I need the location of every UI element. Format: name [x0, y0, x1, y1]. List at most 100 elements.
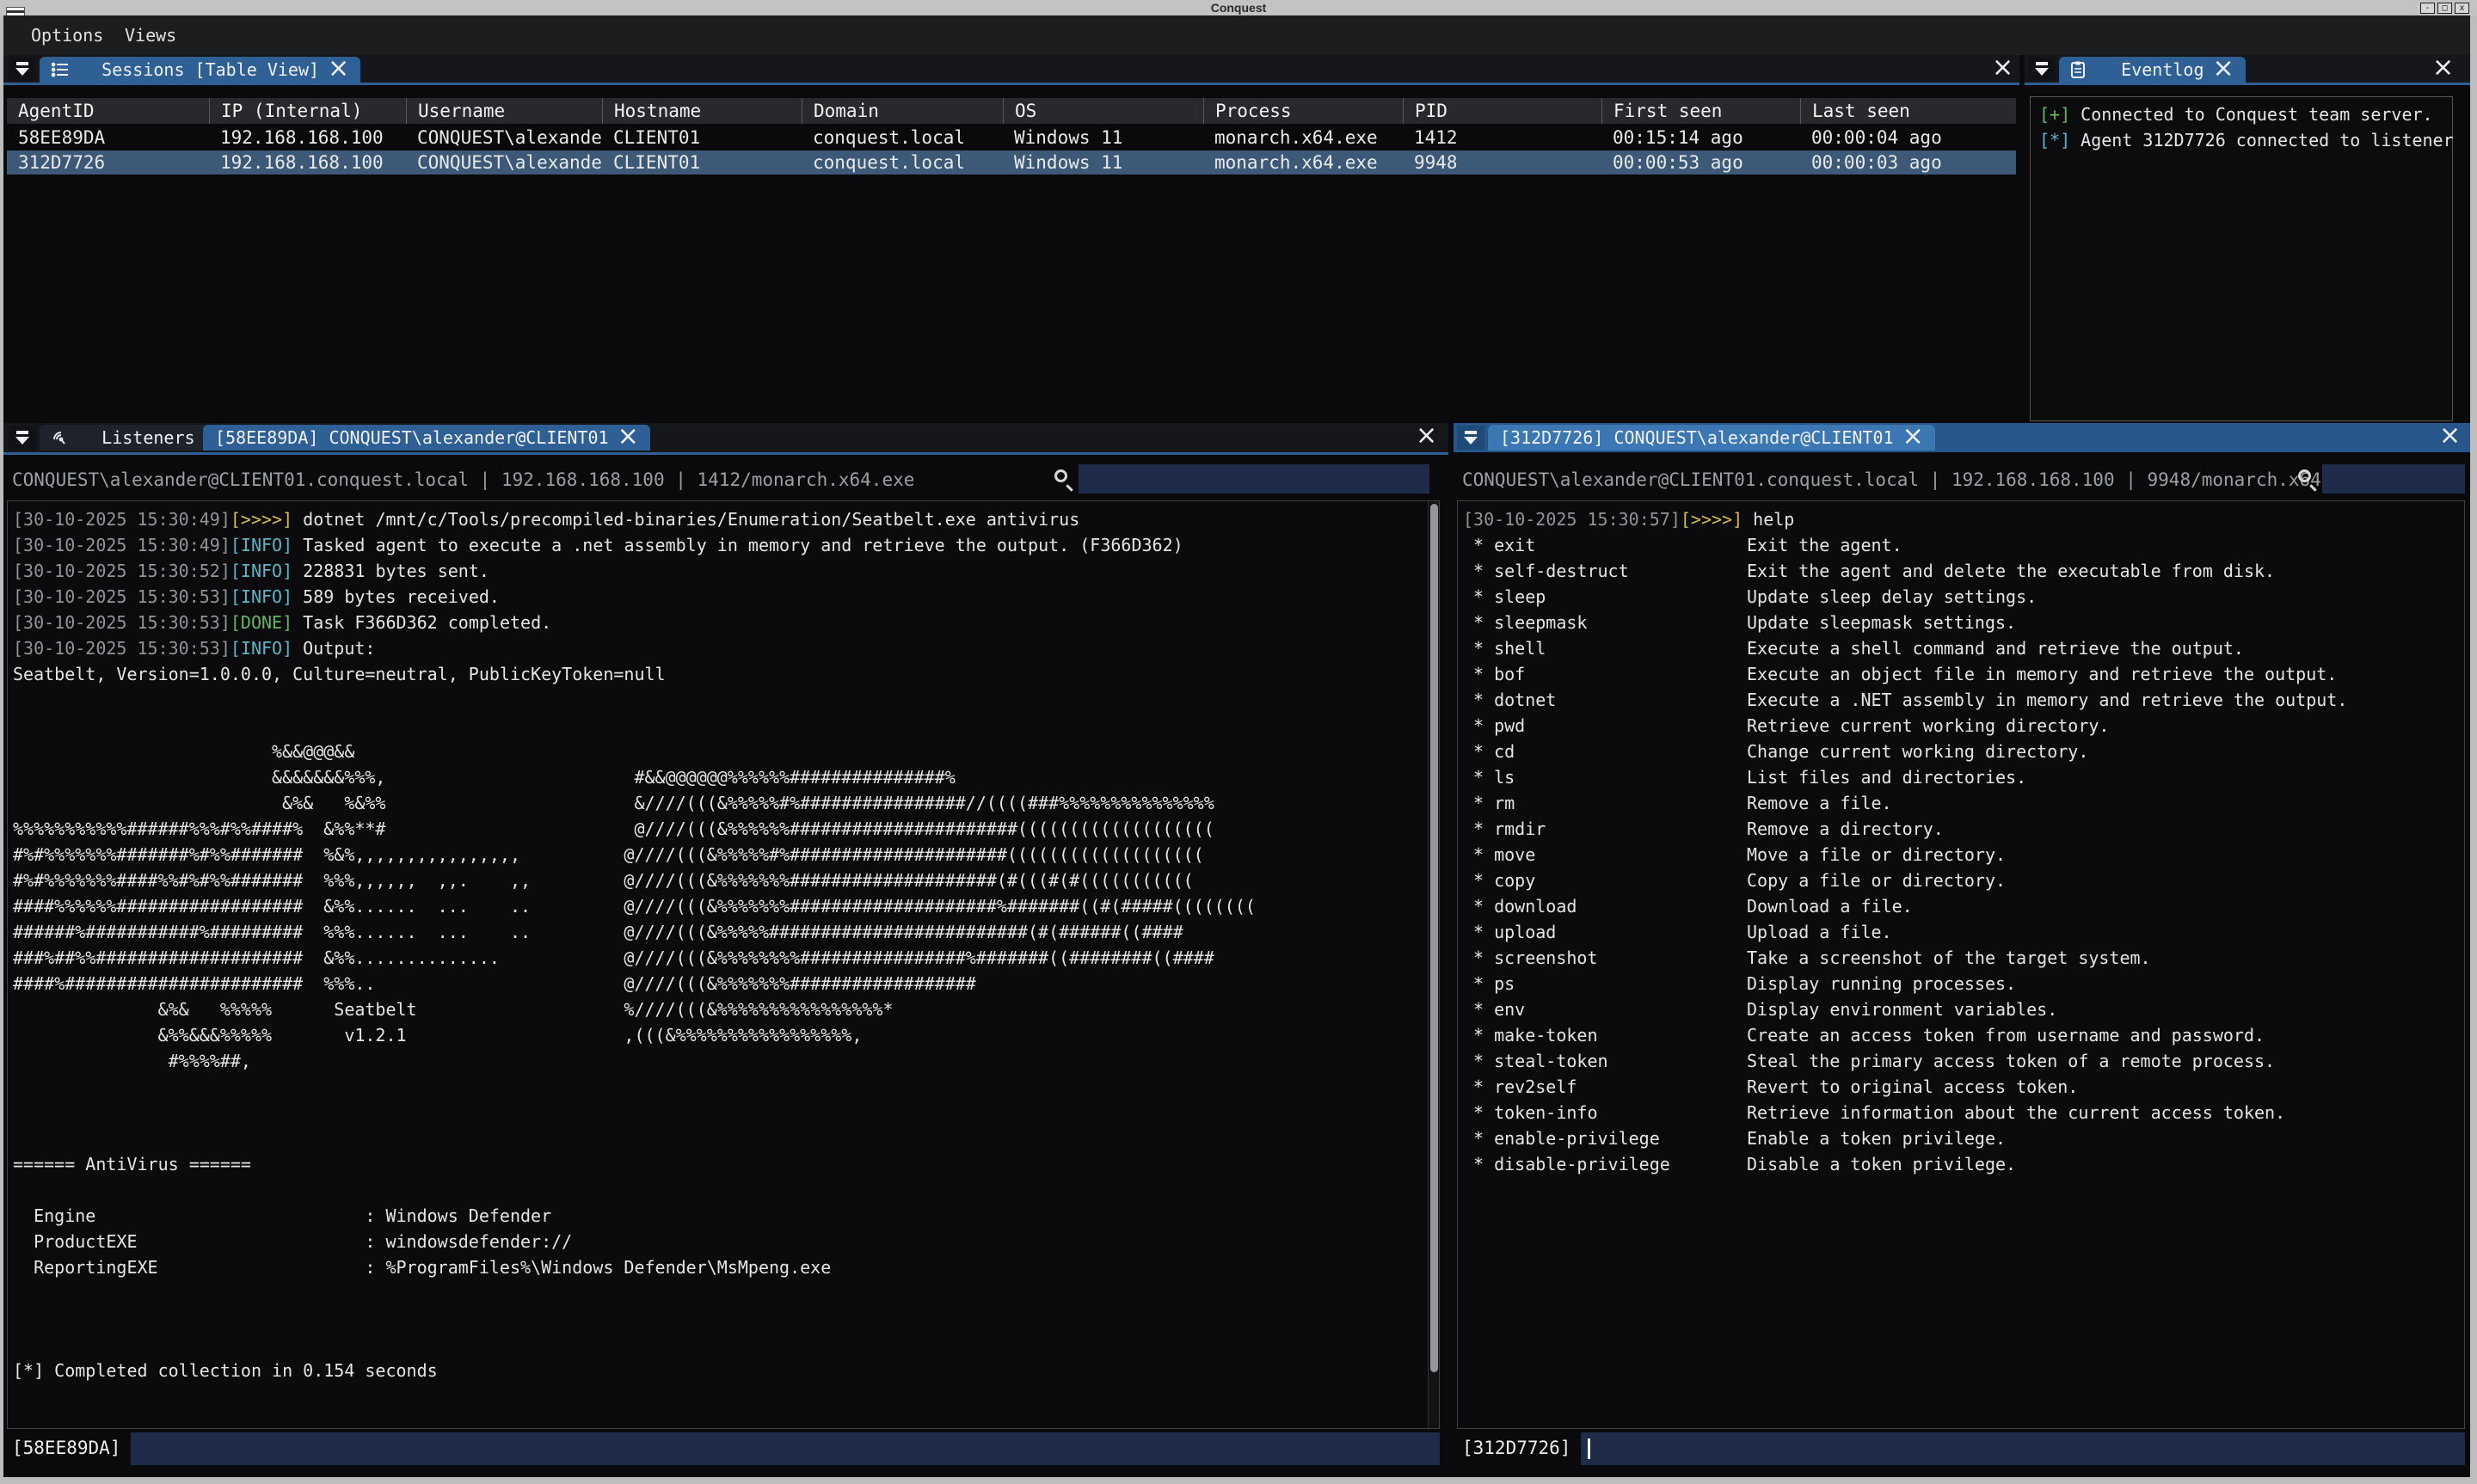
right-console-collapse-button[interactable] — [1457, 426, 1484, 450]
console-line — [13, 1280, 1439, 1306]
command-name: * download — [1473, 893, 1747, 919]
column-header[interactable]: IP (Internal) — [209, 98, 406, 124]
command-name: * rm — [1473, 790, 1747, 816]
sessions-table-body: 58EE89DA192.168.168.100CONQUEST\alexande… — [7, 126, 2016, 175]
column-header[interactable]: First seen — [1601, 98, 1800, 124]
maximize-button[interactable]: □ — [2437, 3, 2452, 14]
console-line: Seatbelt, Version=1.0.0.0, Culture=neutr… — [13, 661, 1439, 687]
command-description: List files and directories. — [1747, 767, 2026, 788]
column-header[interactable]: AgentID — [7, 98, 209, 124]
console-text: Output: — [292, 638, 375, 659]
table-row[interactable]: 312D7726192.168.168.100CONQUEST\alexande… — [7, 150, 2016, 175]
close-icon[interactable]: × — [1902, 427, 1923, 448]
command-name: * cd — [1473, 739, 1747, 764]
tab-session-58EE89DA[interactable]: [58EE89DA] CONQUEST\alexander@CLIENT01 × — [203, 425, 650, 451]
console-text: ######%###########%######### %%%...... .… — [13, 922, 1183, 942]
column-header[interactable]: PID — [1403, 98, 1601, 124]
scrollbar-thumb[interactable] — [1430, 504, 1438, 1372]
close-icon[interactable]: × — [2213, 59, 2234, 80]
column-header[interactable]: Username — [406, 98, 602, 124]
tab-listeners[interactable]: Listeners — [40, 425, 207, 451]
menu-views[interactable]: Views — [125, 25, 176, 46]
left-console-prompt-label: [58EE89DA] — [12, 1438, 120, 1458]
collapse-icon — [2036, 62, 2048, 65]
right-console-command-input[interactable] — [1581, 1432, 2465, 1465]
timestamp: [30-10-2025 15:30:49] — [13, 509, 230, 530]
table-cell: 00:00:03 ago — [1800, 150, 2016, 175]
help-command-row: * pwdRetrieve current working directory. — [1463, 713, 2464, 739]
column-header[interactable]: OS — [1003, 98, 1203, 124]
console-line: &&&&&&&%%%, #&&@@@@@@%%%%%%#############… — [13, 764, 1439, 790]
command-name: * rev2self — [1473, 1074, 1747, 1100]
table-cell: 192.168.168.100 — [209, 126, 406, 150]
text-cursor — [1588, 1438, 1590, 1459]
log-text: Agent 312D7726 connected to listener — [2070, 130, 2454, 150]
left-console-scrollbar[interactable] — [1428, 501, 1439, 1428]
tab-sessions[interactable]: Sessions [Table View] × — [40, 57, 360, 83]
console-line: ###%##%%#################### &%%........… — [13, 945, 1439, 971]
eventlog-panel-close-icon[interactable]: × — [2432, 58, 2453, 79]
command-description: Exit the agent and delete the executable… — [1747, 561, 2275, 581]
console-line: %&&@@@&& — [13, 739, 1439, 764]
help-command-row: * make-tokenCreate an access token from … — [1463, 1022, 2464, 1048]
sessions-panel-close-icon[interactable]: × — [1992, 58, 2013, 79]
tab-eventlog[interactable]: Eventlog × — [2059, 57, 2246, 83]
help-command-row: * uploadUpload a file. — [1463, 919, 2464, 945]
help-command-row: * shellExecute a shell command and retri… — [1463, 635, 2464, 661]
command-name: * sleepmask — [1473, 610, 1747, 635]
console-line — [13, 687, 1439, 713]
right-console-prompt-label: [312D7726] — [1462, 1438, 1570, 1458]
chevron-down-icon — [2035, 68, 2049, 76]
command-description: Update sleepmask settings. — [1747, 612, 2016, 633]
sessions-collapse-button[interactable] — [9, 57, 36, 81]
column-header[interactable]: Hostname — [602, 98, 802, 124]
timestamp: [30-10-2025 15:30:53] — [13, 612, 230, 633]
left-console-command-input[interactable] — [131, 1432, 1440, 1465]
table-row[interactable]: 58EE89DA192.168.168.100CONQUEST\alexande… — [7, 126, 2016, 150]
help-command-row: * moveMove a file or directory. — [1463, 842, 2464, 868]
table-cell: 00:15:14 ago — [1601, 126, 1800, 150]
console-line: ====== AntiVirus ====== — [13, 1151, 1439, 1177]
close-window-button[interactable]: x — [2455, 3, 2469, 14]
sessions-table: AgentIDIP (Internal)UsernameHostnameDoma… — [7, 98, 2016, 175]
right-console-panel-close-icon[interactable]: × — [2439, 426, 2460, 447]
console-text: #%#%%%%%%%####%%#%#%%####### %%%,,,,,, ,… — [13, 870, 1194, 891]
window-titlebar[interactable]: Conquest — [0, 0, 2477, 15]
log-tag: [DONE] — [230, 612, 292, 633]
left-console-search-input[interactable] — [1079, 464, 1429, 494]
help-command-row: * screenshotTake a screenshot of the tar… — [1463, 945, 2464, 971]
left-console-panel-close-icon[interactable]: × — [1416, 426, 1436, 447]
left-console-collapse-button[interactable] — [9, 426, 36, 450]
eventlog-collapse-button[interactable] — [2028, 57, 2056, 81]
console-text: Task F366D362 completed. — [292, 612, 551, 633]
command-description: Remove a file. — [1747, 793, 1892, 813]
console-line: ProductEXE : windowsdefender:// — [13, 1229, 1439, 1254]
command-description: Retrieve current working directory. — [1747, 715, 2109, 736]
help-command-row: * bofExecute an object file in memory an… — [1463, 661, 2464, 687]
command-description: Enable a token privilege. — [1747, 1128, 2006, 1149]
console-line: [30-10-2025 15:30:49][INFO] Tasked agent… — [13, 532, 1439, 558]
tab-session-312D7726[interactable]: [312D7726] CONQUEST\alexander@CLIENT01 × — [1488, 425, 1935, 451]
right-console-search-input[interactable] — [2322, 464, 2465, 494]
console-text: &%& %%%%% Seatbelt %////(((&%%%%%%%%%%%%… — [13, 999, 894, 1020]
close-icon[interactable]: × — [328, 59, 348, 80]
column-header[interactable]: Last seen — [1800, 98, 2016, 124]
console-line: ReportingEXE : %ProgramFiles%\Windows De… — [13, 1254, 1439, 1280]
command-name: * rmdir — [1473, 816, 1747, 842]
console-line: [30-10-2025 15:30:53][INFO] 589 bytes re… — [13, 584, 1439, 610]
chevron-down-icon — [15, 437, 29, 445]
help-command-row: * disable-privilegeDisable a token privi… — [1463, 1151, 2464, 1177]
close-icon[interactable]: × — [618, 427, 638, 448]
help-command-row: * self-destructExit the agent and delete… — [1463, 558, 2464, 584]
console-text: Tasked agent to execute a .net assembly … — [292, 535, 1183, 555]
console-line — [13, 1100, 1439, 1125]
table-cell: 00:00:04 ago — [1800, 126, 2016, 150]
sessions-table-header: AgentIDIP (Internal)UsernameHostnameDoma… — [7, 98, 2016, 124]
column-header[interactable]: Domain — [802, 98, 1003, 124]
eventlog-output: [+] Connected to Conquest team server.[*… — [2030, 96, 2453, 421]
help-command-row: * rev2selfRevert to original access toke… — [1463, 1074, 2464, 1100]
console-line: #%#%%%%%%%#######%#%%####### %&%,,,,,,,,… — [13, 842, 1439, 868]
command-description: Take a screenshot of the target system. — [1747, 947, 2151, 968]
column-header[interactable]: Process — [1203, 98, 1403, 124]
minimize-button[interactable]: - — [2420, 3, 2435, 14]
